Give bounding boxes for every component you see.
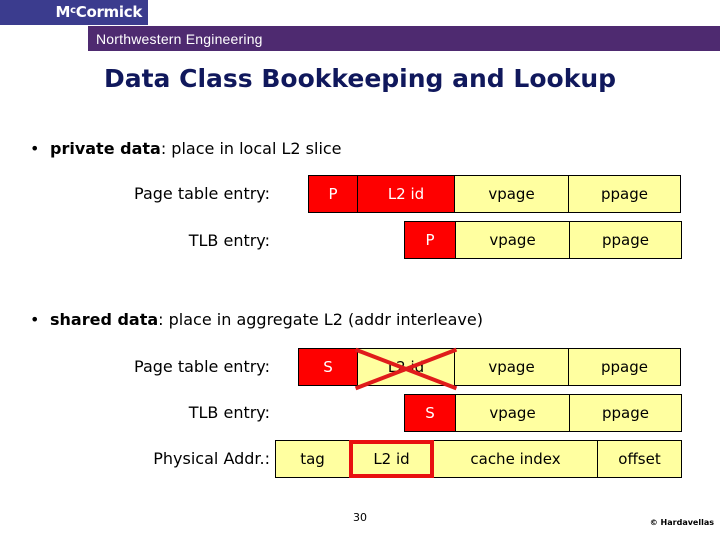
field-row-tlb-entry-shared: S vpage ppage (404, 394, 682, 432)
mccormick-wordmark: McCormick (55, 5, 148, 20)
bullet-shared-data-term: shared data (50, 310, 159, 329)
northwestern-engineering-band: Northwestern Engineering (88, 26, 720, 51)
mccormick-wordmark-rest: Cormick (75, 3, 143, 21)
slide-title: Data Class Bookkeeping and Lookup (103, 64, 617, 93)
row-label-page-table-entry-shared: Page table entry: (134, 357, 270, 376)
row-label-page-table-entry-private: Page table entry: (134, 184, 270, 203)
field-cell-s-bit: S (298, 348, 358, 386)
field-row-page-table-entry-shared: S L2 id vpage ppage (298, 347, 681, 391)
bullet-marker-icon: • (30, 139, 40, 158)
bullet-private-data-term: private data (50, 139, 161, 158)
page-number: 30 (353, 511, 367, 524)
field-cell-cache-index: cache index (433, 440, 598, 478)
field-cell-ppage: ppage (569, 394, 682, 432)
field-cell-l2-id-crossed-out: L2 id (354, 347, 458, 391)
copyright-notice: © Hardavellas (649, 518, 714, 527)
bullet-shared-data-description: : place in aggregate L2 (addr interleave… (158, 310, 483, 329)
field-cell-vpage: vpage (454, 175, 569, 213)
field-cell-l2-id-highlighted: L2 id (349, 440, 434, 478)
field-row-tlb-entry-private: P vpage ppage (404, 221, 682, 259)
field-cell-tag: tag (275, 440, 350, 478)
mccormick-wordmark-m: M (55, 3, 71, 21)
bullet-marker-icon: • (30, 310, 40, 329)
row-label-physical-address: Physical Addr.: (153, 449, 270, 468)
field-cell-l2-id: L2 id (357, 175, 455, 213)
mccormick-logo-band: McCormick (0, 0, 148, 25)
field-cell-offset: offset (597, 440, 682, 478)
field-cell-p-bit: P (404, 221, 456, 259)
bullet-private-data: • private data: place in local L2 slice (30, 139, 342, 158)
field-cell-vpage: vpage (455, 394, 570, 432)
field-row-physical-address: tag L2 id cache index offset (275, 440, 682, 478)
field-cell-vpage: vpage (454, 348, 569, 386)
row-label-tlb-entry-private: TLB entry: (188, 231, 270, 250)
field-cell-p-bit: P (308, 175, 358, 213)
field-cell-ppage: ppage (568, 175, 681, 213)
bullet-shared-data: • shared data: place in aggregate L2 (add… (30, 310, 483, 329)
row-label-tlb-entry-shared: TLB entry: (188, 403, 270, 422)
field-cell-l2-id-label: L2 id (387, 358, 425, 376)
field-row-page-table-entry-private: P L2 id vpage ppage (308, 175, 681, 213)
field-cell-s-bit: S (404, 394, 456, 432)
northwestern-engineering-wordmark: Northwestern Engineering (96, 30, 263, 47)
bullet-private-data-description: : place in local L2 slice (160, 139, 342, 158)
field-cell-ppage: ppage (568, 348, 681, 386)
brand-header: McCormick Northwestern Engineering (0, 0, 720, 56)
field-cell-ppage: ppage (569, 221, 682, 259)
field-cell-vpage: vpage (455, 221, 570, 259)
